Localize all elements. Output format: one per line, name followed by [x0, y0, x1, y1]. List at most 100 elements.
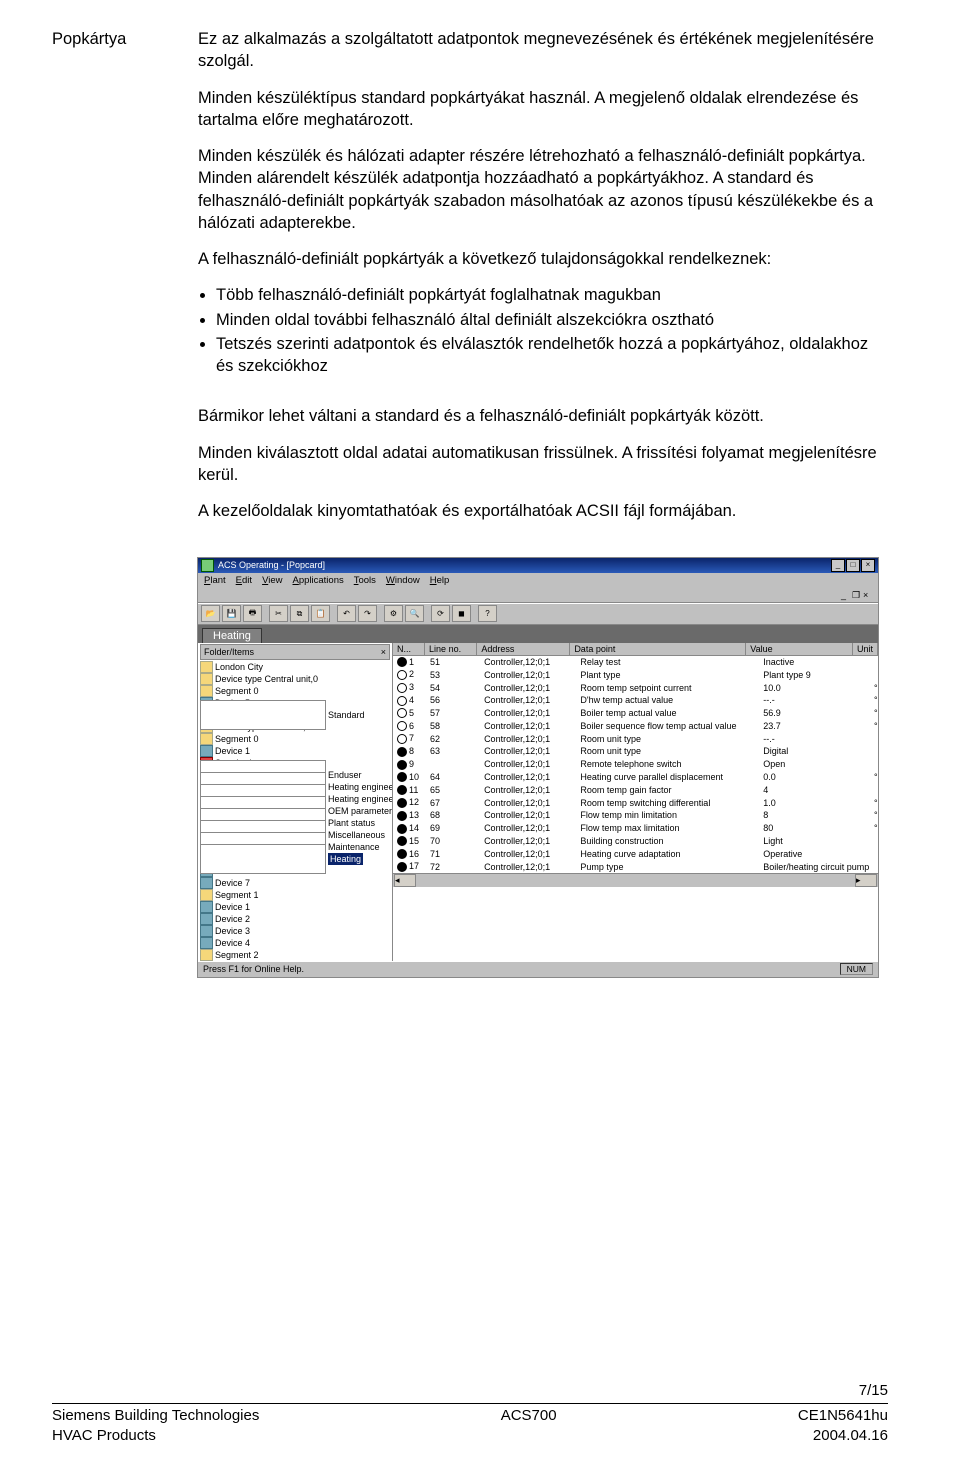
tree-item[interactable]: Segment 2 — [200, 949, 390, 961]
tab-heating[interactable]: Heating — [202, 628, 262, 643]
col-unit[interactable]: Unit — [853, 643, 878, 655]
folder-icon — [200, 673, 213, 685]
tree-item[interactable]: Segment 0 — [200, 733, 390, 745]
tree-item[interactable]: Standard — [200, 709, 390, 721]
dev-icon — [200, 745, 213, 757]
table-row[interactable]: 9Controller,12;0;1Remote telephone switc… — [393, 758, 878, 771]
tree-panel[interactable]: Folder/Items × London City Device type Ce… — [198, 643, 393, 961]
search-icon[interactable]: 🔍 — [405, 605, 424, 622]
table-row[interactable]: 456Controller,12;0;1D'hw temp actual val… — [393, 694, 878, 707]
list-intro: A felhasználó-definiált popkártyák a köv… — [198, 248, 888, 270]
table-row[interactable]: 1064Controller,12;0;1Heating curve paral… — [393, 771, 878, 784]
table-row[interactable]: 1368Controller,12;0;1Flow temp min limit… — [393, 809, 878, 822]
page-icon — [200, 844, 326, 874]
horizontal-scrollbar[interactable]: ◂ ▸ — [393, 873, 878, 887]
tree-item[interactable]: Device 2 — [200, 913, 390, 925]
menu-applications[interactable]: Applications — [293, 575, 344, 586]
tree-item[interactable]: Device 1 — [200, 745, 390, 757]
menu-edit[interactable]: Edit — [236, 575, 252, 586]
table-row[interactable]: 1469Controller,12;0;1Flow temp max limit… — [393, 822, 878, 835]
cut-icon[interactable]: ✂ — [269, 605, 288, 622]
tree-label: Device type Central unit,0 — [215, 673, 318, 685]
mdi-child-bar: _ ❐ × — [198, 588, 878, 603]
paste-icon[interactable]: 📋 — [311, 605, 330, 622]
table-row[interactable]: 863Controller,12;0;1Room unit typeDigita… — [393, 745, 878, 758]
para-1: Ez az alkalmazás a szolgáltatott adatpon… — [198, 28, 888, 73]
para-3: Minden készülék és hálózati adapter rész… — [198, 145, 888, 234]
table-row[interactable]: 658Controller,12;0;1Boiler sequence flow… — [393, 720, 878, 733]
page-icon — [200, 700, 326, 730]
tree-label: Device 1 — [215, 745, 250, 757]
tool-icon[interactable]: ⚙ — [384, 605, 403, 622]
tree-item[interactable]: Heating — [200, 853, 390, 865]
col-datapoint[interactable]: Data point — [570, 643, 746, 655]
redo-icon[interactable]: ↷ — [358, 605, 377, 622]
table-row[interactable]: 354Controller,12;0;1Room temp setpoint c… — [393, 681, 878, 694]
folder-icon — [200, 949, 213, 961]
footer-right-1: CE1N5641hu — [798, 1406, 888, 1426]
table-row[interactable]: 151Controller,12;0;1Relay testInactive — [393, 656, 878, 669]
save-icon[interactable]: 💾 — [222, 605, 241, 622]
tree-label: Segment 1 — [215, 889, 259, 901]
status-text: Press F1 for Online Help. — [203, 964, 304, 974]
table-row[interactable]: 762Controller,12;0;1Room unit type--.- — [393, 732, 878, 745]
menu-window[interactable]: Window — [386, 575, 420, 586]
tree-item[interactable]: Segment 1 — [200, 889, 390, 901]
undo-icon[interactable]: ↶ — [337, 605, 356, 622]
open-icon[interactable]: 📂 — [201, 605, 220, 622]
mdi-minimize-button[interactable]: _ — [841, 590, 852, 600]
tree-item[interactable]: Device 3 — [200, 925, 390, 937]
table-row[interactable]: 1671Controller,12;0;1Heating curve adapt… — [393, 847, 878, 860]
mdi-close-button[interactable]: × — [863, 590, 874, 600]
tree-item[interactable]: Device 1 — [200, 901, 390, 913]
scroll-left-button[interactable]: ◂ — [394, 874, 416, 887]
col-value[interactable]: Value — [746, 643, 853, 655]
close-button[interactable]: × — [861, 559, 875, 572]
tree-item[interactable]: Segment 0 — [200, 685, 390, 697]
tree-item[interactable]: London City — [200, 661, 390, 673]
menu-plant[interactable]: Plant — [204, 575, 226, 586]
tree-label: Miscellaneous — [328, 829, 385, 841]
help-icon[interactable]: ? — [478, 605, 497, 622]
status-num: NUM — [840, 963, 873, 975]
tree-header: Folder/Items — [204, 646, 254, 658]
copy-icon[interactable]: ⧉ — [290, 605, 309, 622]
folder-icon — [200, 685, 213, 697]
menu-help[interactable]: Help — [430, 575, 450, 586]
menu-tools[interactable]: Tools — [354, 575, 376, 586]
table-row[interactable]: 1165Controller,12;0;1Room temp gain fact… — [393, 783, 878, 796]
tree-label: Device 7 — [215, 877, 250, 889]
menu-view[interactable]: View — [262, 575, 282, 586]
tree-item[interactable]: Device 7 — [200, 877, 390, 889]
table-row[interactable]: 1772Controller,12;0;1Pump typeBoiler/hea… — [393, 860, 878, 873]
data-grid[interactable]: N... Line no. Address Data point Value U… — [393, 643, 878, 961]
mdi-restore-button[interactable]: ❐ — [852, 590, 863, 600]
refresh-icon[interactable]: ⟳ — [431, 605, 450, 622]
maximize-button[interactable]: □ — [846, 559, 860, 572]
tree-item[interactable]: Device type Central unit,0 — [200, 673, 390, 685]
table-row[interactable]: 253Controller,12;0;1Plant typePlant type… — [393, 668, 878, 681]
minimize-button[interactable]: _ — [831, 559, 845, 572]
tree-label: Segment 0 — [215, 685, 259, 697]
window-titlebar[interactable]: ACS Operating - [Popcard] _ □ × — [198, 558, 878, 573]
para-5: Minden kiválasztott oldal adatai automat… — [198, 442, 888, 487]
tree-label: Segment 2 — [215, 949, 259, 961]
tree-label: Device 2 — [215, 913, 250, 925]
status-bar: Press F1 for Online Help. NUM — [198, 961, 878, 977]
tree-label: Heating engineer 1 — [328, 781, 393, 793]
col-n[interactable]: N... — [393, 643, 425, 655]
tree-item[interactable]: Device 4 — [200, 937, 390, 949]
col-address[interactable]: Address — [477, 643, 570, 655]
menubar[interactable]: Plant Edit View Applications Tools Window Help — [198, 573, 878, 588]
tree-close-icon[interactable]: × — [381, 646, 386, 658]
tree-label: Heating engineer 2 — [328, 793, 393, 805]
scroll-right-button[interactable]: ▸ — [855, 874, 877, 887]
dev-icon — [200, 877, 213, 889]
page-number: 7/15 — [52, 1382, 888, 1399]
stop-icon[interactable]: ◼ — [452, 605, 471, 622]
col-line[interactable]: Line no. — [425, 643, 477, 655]
table-row[interactable]: 1267Controller,12;0;1Room temp switching… — [393, 796, 878, 809]
table-row[interactable]: 557Controller,12;0;1Boiler temp actual v… — [393, 707, 878, 720]
table-row[interactable]: 1570Controller,12;0;1Building constructi… — [393, 835, 878, 848]
print-icon[interactable]: 🖶 — [243, 605, 262, 622]
